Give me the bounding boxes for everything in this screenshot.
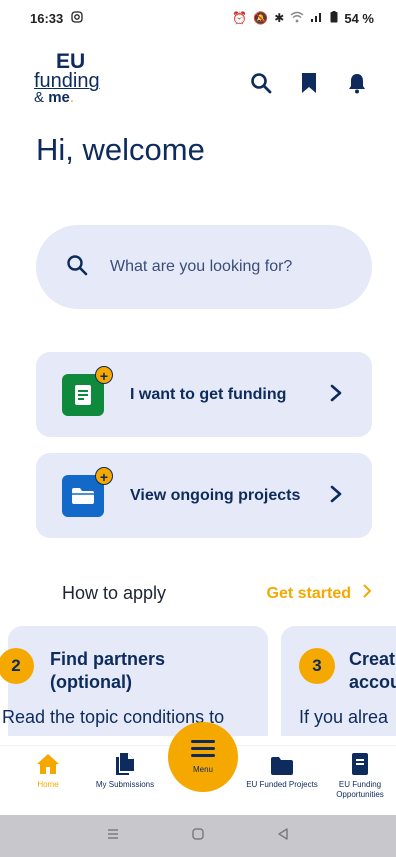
search-input[interactable] (110, 258, 340, 276)
plus-badge-icon: + (95, 466, 113, 485)
wifi-icon (290, 11, 304, 26)
home-button-icon[interactable] (191, 827, 205, 846)
battery-level: 54 % (344, 10, 374, 26)
search-icon[interactable] (250, 72, 272, 94)
status-bar: 16:33 ⏰ 🔕 ✱ 54 % (0, 0, 396, 36)
menu-icon (191, 740, 215, 757)
nav-eu-funding-opportunities[interactable]: EU Funding Opportunities (320, 746, 396, 799)
instagram-icon (71, 10, 83, 26)
step-title: Creat accou (349, 648, 396, 693)
document-plus-icon: + (62, 365, 113, 416)
nav-home[interactable]: Home (8, 746, 88, 790)
how-to-apply-label: How to apply (62, 583, 167, 603)
system-navigation-bar (0, 815, 396, 857)
logo-amp: & (34, 88, 45, 106)
logo-me-line: & me. (34, 88, 100, 106)
menu-button[interactable]: Menu (168, 722, 238, 792)
alarm-icon: ⏰ (232, 11, 248, 25)
get-funding-label: I want to get funding (130, 385, 287, 403)
bluetooth-icon: ✱ (274, 11, 285, 25)
home-icon (36, 746, 60, 776)
nav-eu-funded-projects[interactable]: EU Funded Projects (242, 746, 322, 790)
app-header: EU funding & me. (34, 50, 374, 112)
plus-badge-icon: + (95, 365, 113, 384)
logo-dot: . (69, 88, 75, 106)
mute-icon: 🔕 (253, 11, 269, 25)
search-bar-icon (66, 254, 88, 281)
folder-plus-icon: + (62, 466, 113, 517)
step-card[interactable]: 3 Creat accou If you alrea (281, 626, 396, 736)
chevron-right-icon (330, 483, 342, 509)
get-funding-card[interactable]: + I want to get funding (36, 352, 372, 437)
header-actions (250, 72, 368, 94)
step-title: Find partners (optional) (50, 649, 166, 692)
recent-apps-icon[interactable] (106, 827, 120, 846)
chevron-right-icon (330, 382, 342, 408)
document-icon (351, 746, 369, 776)
nav-eu-funded-projects-label: EU Funded Projects (246, 780, 318, 789)
nav-my-submissions[interactable]: My Submissions (85, 746, 165, 790)
nav-my-submissions-label: My Submissions (95, 780, 155, 789)
step-number: 3 (299, 648, 335, 684)
bell-icon[interactable] (346, 72, 368, 94)
battery-icon (330, 10, 338, 26)
nav-eu-funding-opportunities-label: EU Funding Opportunities (336, 780, 384, 799)
signal-icon (310, 11, 324, 26)
bottom-navigation: Home My Submissions Menu EU Funded Proje… (0, 722, 396, 815)
step-title-line: accou (349, 671, 396, 692)
step-title-line: Creat (349, 649, 396, 669)
welcome-heading: Hi, welcome (36, 132, 205, 167)
chevron-right-icon (363, 584, 372, 603)
documents-icon (114, 746, 136, 776)
back-icon[interactable] (276, 827, 290, 846)
logo-me: me (48, 88, 70, 106)
bookmark-icon[interactable] (298, 72, 320, 94)
steps-carousel[interactable]: 2 Find partners (optional) Read the topi… (0, 626, 396, 736)
eu-funding-logo[interactable]: EU funding & me. (34, 50, 100, 106)
ongoing-projects-label: View ongoing projects (130, 486, 301, 504)
status-time: 16:33 (30, 10, 64, 26)
get-started-link[interactable]: Get started (267, 584, 372, 603)
menu-label: Menu (192, 765, 213, 774)
ongoing-projects-card[interactable]: + View ongoing projects (36, 453, 372, 538)
logo-eu: EU (56, 50, 86, 73)
search-bar[interactable] (36, 225, 372, 309)
folder-icon (270, 746, 294, 776)
step-number: 2 (0, 648, 34, 684)
step-description: If you alrea (299, 707, 389, 727)
how-to-apply-row: How to apply Get started (62, 583, 372, 604)
step-card[interactable]: 2 Find partners (optional) Read the topi… (0, 626, 268, 736)
nav-home-label: Home (37, 780, 59, 789)
get-started-label: Get started (266, 584, 351, 602)
